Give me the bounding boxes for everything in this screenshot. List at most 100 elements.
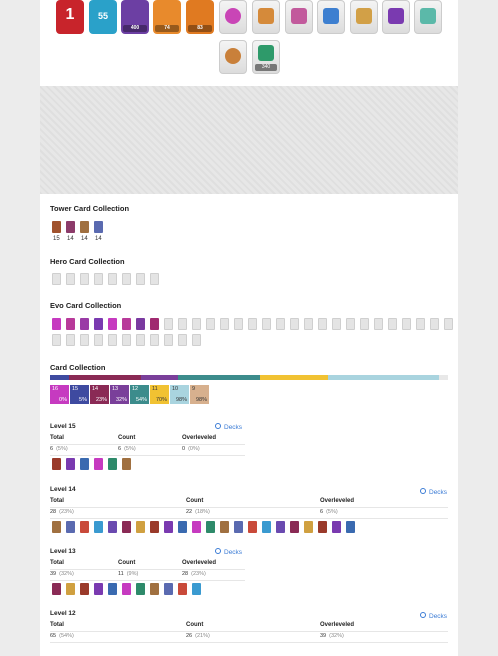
divider bbox=[50, 631, 448, 632]
decks-label: Decks bbox=[224, 549, 243, 556]
card[interactable] bbox=[94, 458, 103, 470]
evo-card-placeholder bbox=[332, 318, 341, 330]
evo-card-placeholder bbox=[234, 318, 243, 330]
card[interactable] bbox=[80, 521, 89, 533]
decks-link[interactable]: Decks bbox=[420, 488, 447, 496]
tower-collection-title: Tower Card Collection bbox=[50, 204, 130, 213]
level-percent: 0% bbox=[59, 397, 67, 403]
evo-card-placeholder bbox=[178, 318, 187, 330]
card[interactable] bbox=[52, 583, 61, 595]
over-number: 0 bbox=[182, 446, 186, 452]
total-number: 65 bbox=[50, 633, 57, 639]
card[interactable] bbox=[192, 521, 201, 533]
count-number: 26 bbox=[186, 633, 193, 639]
card[interactable] bbox=[248, 521, 257, 533]
total-number: 39 bbox=[50, 571, 57, 577]
card[interactable] bbox=[80, 583, 89, 595]
total-percent: (23%) bbox=[59, 509, 74, 515]
evo-card-placeholder bbox=[388, 318, 397, 330]
card[interactable] bbox=[108, 458, 117, 470]
evo-card-placeholder bbox=[318, 318, 327, 330]
evo-card-placeholder bbox=[80, 334, 89, 346]
crown-badge: 83 bbox=[186, 0, 214, 34]
level-progress-box[interactable]: 11 70% bbox=[150, 385, 169, 404]
tower-card bbox=[52, 221, 61, 233]
card[interactable] bbox=[122, 583, 131, 595]
decks-label: Decks bbox=[429, 613, 448, 620]
card[interactable] bbox=[136, 583, 145, 595]
card[interactable] bbox=[150, 583, 159, 595]
level-progress-box[interactable]: 9 98% bbox=[190, 385, 209, 404]
card[interactable] bbox=[290, 521, 299, 533]
level-progress-box[interactable]: 10 98% bbox=[170, 385, 189, 404]
level-progress-box[interactable]: 15 5% bbox=[70, 385, 89, 404]
card[interactable] bbox=[164, 583, 173, 595]
decks-link[interactable]: Decks bbox=[215, 548, 242, 556]
card[interactable] bbox=[346, 521, 355, 533]
card[interactable] bbox=[304, 521, 313, 533]
card[interactable] bbox=[276, 521, 285, 533]
card[interactable] bbox=[178, 583, 187, 595]
count-number: 11 bbox=[118, 571, 124, 577]
over-number: 28 bbox=[182, 571, 189, 577]
tower-card bbox=[66, 221, 75, 233]
card[interactable] bbox=[66, 458, 75, 470]
level-progress-box[interactable]: 16 0% bbox=[50, 385, 69, 404]
ad-placeholder bbox=[40, 86, 458, 194]
divider bbox=[50, 518, 448, 519]
card[interactable] bbox=[192, 583, 201, 595]
evo-card-placeholder bbox=[192, 334, 201, 346]
over-number: 39 bbox=[320, 633, 327, 639]
card[interactable] bbox=[52, 458, 61, 470]
card[interactable] bbox=[178, 521, 187, 533]
evo-card bbox=[122, 318, 131, 330]
card[interactable] bbox=[108, 583, 117, 595]
card[interactable] bbox=[122, 458, 131, 470]
card[interactable] bbox=[318, 521, 327, 533]
level-progress-box[interactable]: 14 23% bbox=[90, 385, 109, 404]
card[interactable] bbox=[52, 521, 61, 533]
count-header: Count bbox=[118, 560, 136, 566]
card[interactable] bbox=[94, 521, 103, 533]
card[interactable] bbox=[220, 521, 229, 533]
hero-card-placeholder bbox=[136, 273, 145, 285]
tower-card bbox=[80, 221, 89, 233]
level-percent: 98% bbox=[175, 397, 187, 403]
evo-card bbox=[52, 318, 61, 330]
card[interactable] bbox=[122, 521, 131, 533]
count-value: 11 (9%) bbox=[118, 571, 138, 577]
evo-card-placeholder bbox=[164, 334, 173, 346]
arena-badge-5 bbox=[350, 0, 378, 34]
total-value: 39 (32%) bbox=[50, 571, 74, 577]
card[interactable] bbox=[164, 521, 173, 533]
card[interactable] bbox=[206, 521, 215, 533]
card[interactable] bbox=[80, 458, 89, 470]
card[interactable] bbox=[136, 521, 145, 533]
level-number: 10 bbox=[172, 386, 179, 392]
total-header: Total bbox=[50, 560, 64, 566]
evo-card-placeholder bbox=[136, 334, 145, 346]
clan-badge: 340 bbox=[252, 40, 280, 74]
card[interactable] bbox=[262, 521, 271, 533]
card[interactable] bbox=[234, 521, 243, 533]
card[interactable] bbox=[150, 521, 159, 533]
level-number: 13 bbox=[112, 386, 119, 392]
evo-card-placeholder bbox=[262, 318, 271, 330]
level-percent: 32% bbox=[115, 397, 127, 403]
decks-link[interactable]: Decks bbox=[420, 612, 447, 620]
card[interactable] bbox=[332, 521, 341, 533]
card[interactable] bbox=[108, 521, 117, 533]
badges-area: 1 55 400 74 83 340 bbox=[40, 0, 458, 86]
card[interactable] bbox=[66, 521, 75, 533]
level-progress-box[interactable]: 12 54% bbox=[130, 385, 149, 404]
exp-level-badge: 55 bbox=[89, 0, 117, 34]
level-number: 15 bbox=[72, 386, 79, 392]
tower-level: 14 bbox=[81, 236, 88, 242]
card[interactable] bbox=[66, 583, 75, 595]
evo-card-placeholder bbox=[150, 334, 159, 346]
over-percent: (5%) bbox=[326, 509, 338, 515]
hero-card-placeholder bbox=[150, 273, 159, 285]
decks-link[interactable]: Decks bbox=[215, 423, 242, 431]
card[interactable] bbox=[94, 583, 103, 595]
level-progress-box[interactable]: 13 32% bbox=[110, 385, 129, 404]
